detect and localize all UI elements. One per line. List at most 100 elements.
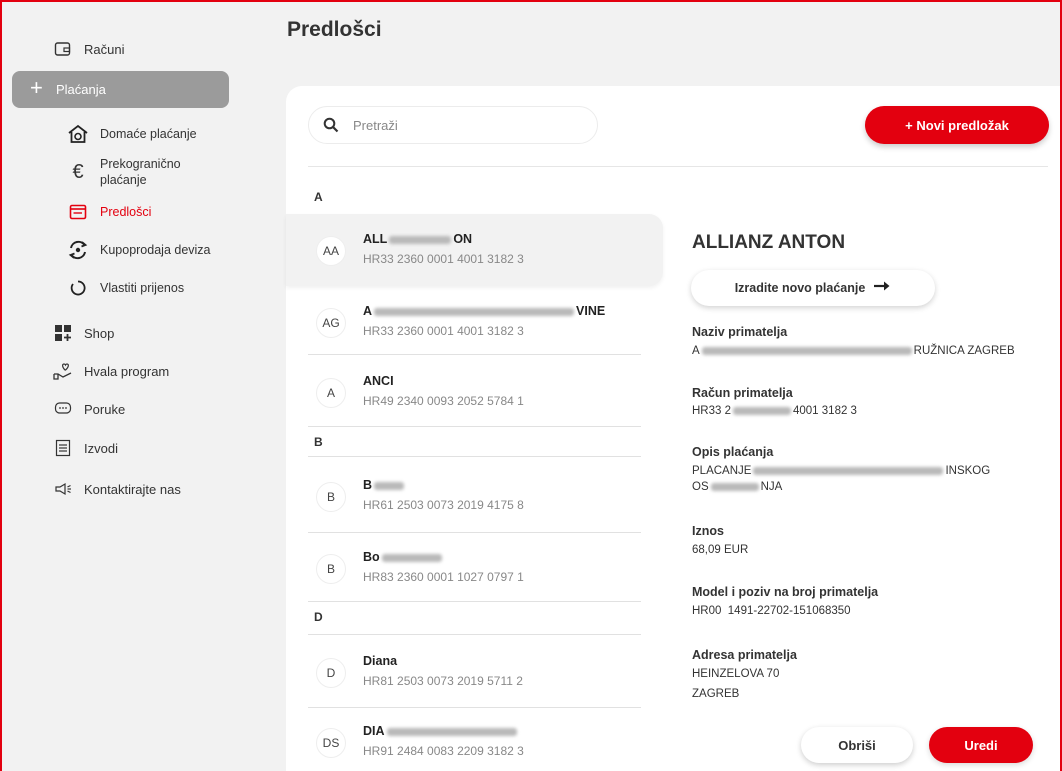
divider [308,166,1048,167]
template-row[interactable]: DS DIA HR91 2484 0083 2209 3182 3 [286,706,663,771]
template-name: Diana [363,654,398,668]
plus-icon: + [30,75,43,100]
recipient-account-value: HR33 2 4001 3182 3 [692,405,857,417]
sidebar-item-label: Vlastiti prijenos [100,281,185,295]
template-name: Bo [363,550,444,564]
document-list-icon [52,437,74,459]
template-row[interactable]: B B HR61 2503 0073 2019 4175 8 [286,460,663,532]
detail-title: ALLIANZ ANTON [692,232,846,253]
sidebar-item-accounts[interactable]: Računi [52,38,124,60]
divider [308,456,641,457]
search-box[interactable] [308,106,598,144]
sidebar-item-contact[interactable]: Kontaktirajte nas [52,478,181,500]
recipient-account-label: Račun primatelja [692,386,793,400]
edit-button[interactable]: Uredi [929,727,1033,763]
description-label: Opis plaćanja [692,445,774,459]
sidebar-item-hvala[interactable]: Hvala program [52,360,169,382]
divider [308,354,641,355]
sidebar-item-label: Plaćanja [56,82,106,97]
template-row[interactable]: B Bo HR83 2360 0001 1027 0797 1 [286,532,663,604]
template-iban: HR49 2340 0093 2052 5784 1 [363,394,524,408]
delete-button[interactable]: Obriši [801,727,913,763]
redacted-text [389,235,452,244]
template-row[interactable]: A ANCI HR49 2340 0093 2052 5784 1 [286,356,663,428]
amount-value: 68,09 EUR [692,544,749,556]
template-row[interactable]: AG A VINE HR33 2360 0001 4001 3182 3 [286,286,663,358]
redacted-text [381,553,442,562]
redacted-text [374,307,575,316]
sidebar-item-label: Izvodi [84,440,118,456]
grid-icon [52,322,74,344]
template-name: B [363,478,406,492]
sidebar-item-statements[interactable]: Izvodi [52,437,118,459]
search-icon [323,117,339,133]
create-payment-button[interactable]: Izradite novo plaćanje [691,270,935,306]
template-iban: HR33 2360 0001 4001 3182 3 [363,324,524,338]
sidebar-item-label: Prekogranično plaćanje [100,157,181,187]
sidebar-item-messages[interactable]: Poruke [52,398,125,420]
divider [308,426,641,427]
redacted-text [701,346,912,355]
template-name: ALL ON [363,232,473,246]
templates-card: + Novi predložak A AA ALLON HR33 2360 00… [286,86,1060,771]
section-letter: A [314,190,323,204]
avatar: DS [316,728,346,758]
recipient-name-label: Naziv primatelja [692,325,788,339]
template-name: ANCI [363,374,394,388]
exchange-icon [66,238,90,262]
search-input[interactable] [353,117,583,133]
sidebar-subitem-templates[interactable]: Predlošci [66,200,151,224]
template-iban: HR81 2503 0073 2019 5711 2 [363,674,523,688]
sidebar-item-payments[interactable]: + Plaćanja [12,71,229,108]
sidebar-item-shop[interactable]: Shop [52,322,114,344]
redacted-text [753,466,944,475]
sidebar-item-label: Domaće plaćanje [100,127,197,141]
sidebar-item-label: Poruke [84,401,126,417]
home-icon [66,122,90,146]
megaphone-icon [52,478,74,500]
section-letter: B [314,435,323,449]
recipient-name-value: A RUŽNICA ZAGREB [692,345,1015,357]
sidebar-item-label: Hvala program [84,363,170,379]
avatar: B [316,554,346,584]
sidebar-item-label: Shop [84,325,115,341]
template-row[interactable]: D Diana HR81 2503 0073 2019 5711 2 [286,636,663,708]
sidebar-item-label: Kupoprodaja deviza [100,243,211,257]
template-name: DIA [363,724,519,738]
euro-icon: € [72,160,84,183]
redacted-text [386,727,517,736]
template-iban: HR61 2503 0073 2019 4175 8 [363,498,524,512]
address-label: Adresa primatelja [692,648,797,662]
sidebar-subitem-domestic[interactable]: Domaće plaćanje [66,122,197,146]
sidebar-item-label: Kontaktirajte nas [84,481,181,497]
sidebar-subitem-crossborder[interactable]: € Prekogranično plaćanje [66,156,181,188]
model-label: Model i poziv na broj primatelja [692,585,879,599]
template-row[interactable]: AA ALL ON HR33 2360 0001 4001 3182 3 [286,214,663,286]
model-value: HR00 1491-22702-151068350 [692,605,851,617]
template-name: A VINE [363,304,606,318]
avatar: AG [316,308,346,338]
page-title: Predlošci [287,18,382,41]
template-icon [66,200,90,224]
hand-heart-icon [52,360,74,382]
redacted-text [710,482,759,491]
redacted-text [733,406,791,415]
new-template-button[interactable]: + Novi predložak [865,106,1049,144]
section-letter: D [314,610,323,624]
divider [308,634,641,635]
arrow-right-icon [873,279,891,297]
address-line-2: ZAGREB [692,688,740,700]
avatar: A [316,378,346,408]
redacted-text [374,481,405,490]
template-iban: HR33 2360 0001 4001 3182 3 [363,252,524,266]
description-value: PLACANJE INSKOG OS NJA [692,465,991,493]
wallet-icon [52,38,74,60]
address-line-1: HEINZELOVA 70 [692,668,780,680]
sidebar-subitem-fx[interactable]: Kupoprodaja deviza [66,238,211,262]
chat-icon [52,398,74,420]
app-frame: Računi + Plaćanja Domaće plaćanje € Prek… [0,0,1062,771]
divider [308,601,641,602]
sidebar-subitem-own-transfer[interactable]: Vlastiti prijenos [66,276,184,300]
sidebar: Računi + Plaćanja Domaće plaćanje € Prek… [2,2,242,771]
sidebar-item-label: Računi [84,41,125,57]
